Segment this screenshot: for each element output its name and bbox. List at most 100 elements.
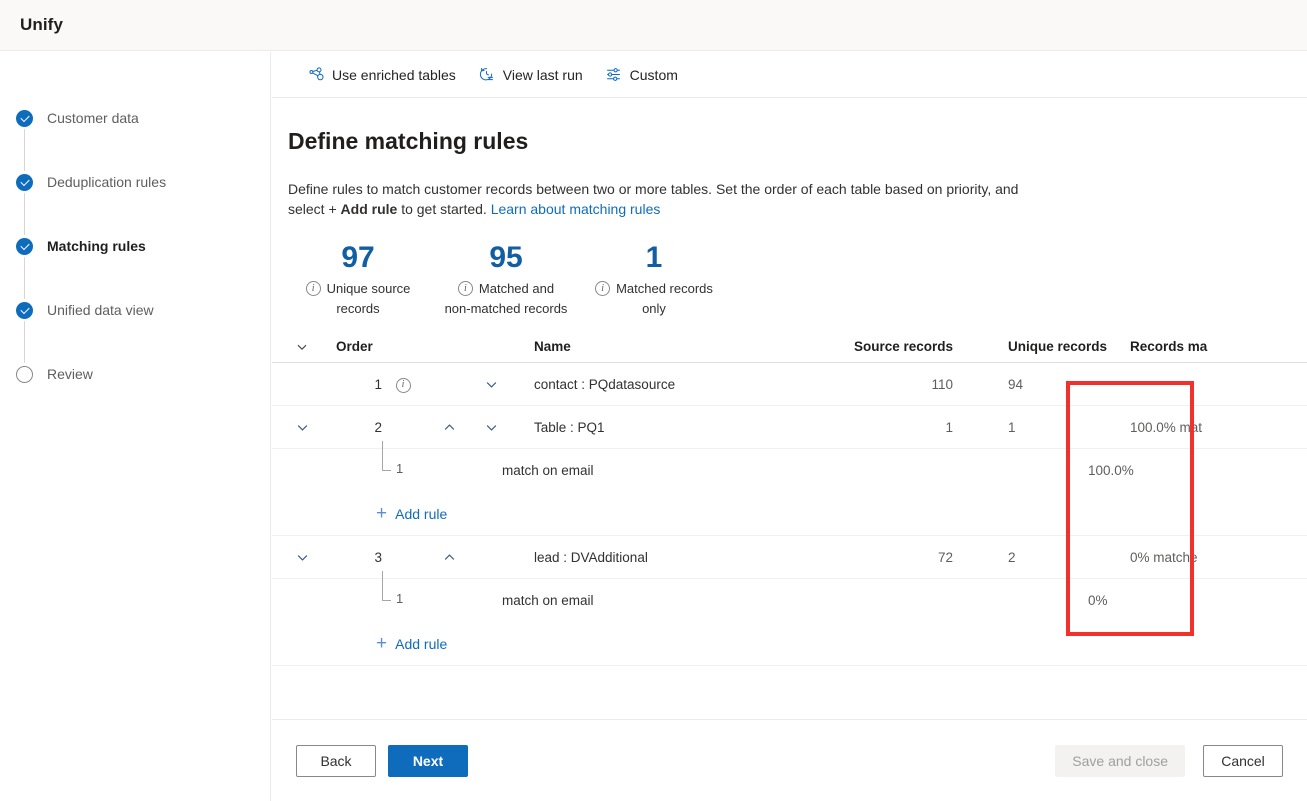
stat-label-line2: non-matched records <box>444 301 568 316</box>
page-description-part2: to get started. <box>397 201 491 217</box>
step-check-icon <box>16 109 33 127</box>
learn-about-matching-rules-link[interactable]: Learn about matching rules <box>491 201 661 217</box>
stat-value: 95 <box>489 241 523 274</box>
wizard-connector <box>24 193 25 235</box>
save-and-close-button[interactable]: Save and close <box>1055 744 1185 777</box>
chevron-up-icon[interactable] <box>439 547 459 567</box>
chevron-down-icon[interactable] <box>292 547 312 567</box>
command-label: Use enriched tables <box>332 66 456 83</box>
stat-matched-records-only: 1 i Matched records only <box>584 241 724 319</box>
table-header-row: Order Name Source records Unique records… <box>272 331 1307 363</box>
sidebar-item-label: Matching rules <box>47 238 146 254</box>
settings-sliders-icon <box>605 66 623 84</box>
stat-value: 1 <box>645 241 663 274</box>
sidebar-item-matching-rules[interactable]: Matching rules <box>0 235 271 299</box>
rule-name: match on email <box>502 593 594 608</box>
sidebar: Customer data Deduplication rules Matchi… <box>0 52 271 801</box>
command-label: Custom <box>629 66 678 83</box>
sidebar-item-review[interactable]: Review <box>0 363 271 385</box>
add-rule-label: Add rule <box>395 635 448 652</box>
sidebar-item-customer-data[interactable]: Customer data <box>0 107 271 171</box>
column-header-name[interactable]: Name <box>512 339 850 354</box>
add-rule-button[interactable]: + Add rule <box>370 629 453 659</box>
stat-unique-source-records: 97 i Unique source records <box>288 241 428 319</box>
column-header-source-records[interactable]: Source records <box>850 339 980 354</box>
sidebar-item-unified-data-view[interactable]: Unified data view <box>0 299 271 363</box>
row-records-matched: 100.0% mat <box>1130 419 1203 435</box>
chevron-down-icon[interactable] <box>292 417 312 437</box>
info-icon[interactable]: i <box>395 377 411 393</box>
column-header-order[interactable]: Order <box>332 339 384 354</box>
row-move-up-cell <box>428 417 470 437</box>
row-move-down-cell <box>470 374 512 394</box>
page-body: Define matching rules Define rules to ma… <box>272 98 1307 801</box>
page-description-bold: Add rule <box>340 201 398 217</box>
row-order: 2 <box>374 419 382 435</box>
back-button[interactable]: Back <box>296 744 376 777</box>
info-icon[interactable]: i <box>595 281 611 296</box>
step-circle-icon <box>16 365 33 383</box>
row-order: 3 <box>374 549 382 565</box>
sidebar-item-label: Customer data <box>47 110 139 126</box>
row-source-records: 110 <box>931 376 953 392</box>
row-expand-cell <box>272 417 332 437</box>
column-header-unique-records[interactable]: Unique records <box>980 339 1108 354</box>
chevron-up-icon[interactable] <box>439 417 459 437</box>
step-check-icon <box>16 173 33 191</box>
rule-row[interactable]: 1 match on email 0% <box>272 571 1307 622</box>
rule-name: match on email <box>502 463 594 478</box>
app-title: Unify <box>20 15 63 34</box>
next-button[interactable]: Next <box>388 744 468 777</box>
sidebar-item-deduplication-rules[interactable]: Deduplication rules <box>0 171 271 235</box>
rule-index: 1 <box>396 591 404 606</box>
row-source-records: 1 <box>945 419 953 435</box>
row-unique-records: 94 <box>1008 376 1024 392</box>
column-header-records-matched[interactable]: Records ma <box>1108 339 1268 354</box>
wizard-steps: Customer data Deduplication rules Matchi… <box>0 107 271 385</box>
custom-button[interactable]: Custom <box>596 59 687 91</box>
stat-label-line1: Unique source <box>326 281 411 296</box>
row-info-cell: i <box>384 376 428 393</box>
row-order: 1 <box>374 376 382 392</box>
row-name: contact : PQdatasource <box>534 376 676 392</box>
rule-records-matched: 0% <box>1088 593 1108 608</box>
rule-row[interactable]: 1 match on email 100.0% <box>272 441 1307 492</box>
page-description: Define rules to match customer records b… <box>288 179 1026 219</box>
cancel-button[interactable]: Cancel <box>1203 744 1283 777</box>
chevron-down-icon[interactable] <box>481 374 501 394</box>
row-unique-records: 1 <box>1008 419 1016 435</box>
rule-tree-cell: 1 <box>272 441 470 492</box>
row-name: lead : DVAdditional <box>534 549 648 565</box>
chevron-down-icon[interactable] <box>292 337 312 357</box>
expand-all-cell <box>272 337 332 357</box>
use-enriched-tables-button[interactable]: Use enriched tables <box>298 59 465 91</box>
plus-icon: + <box>376 503 388 524</box>
wizard-connector <box>24 257 25 299</box>
table-row[interactable]: 1 i contact : PQdatasource 110 94 <box>272 363 1307 406</box>
row-move-up-cell <box>428 547 470 567</box>
info-icon[interactable]: i <box>457 281 473 296</box>
app-header: Unify <box>0 0 1307 51</box>
add-rule-button[interactable]: + Add rule <box>370 499 453 529</box>
table-row[interactable]: 2 Table : PQ1 1 1 100.0% mat <box>272 406 1307 449</box>
table-row[interactable]: 3 lead : DVAdditional 72 2 0% matche <box>272 536 1307 579</box>
matching-rules-table: Order Name Source records Unique records… <box>272 331 1307 666</box>
add-rule-row: + Add rule <box>272 492 1307 536</box>
add-rule-label: Add rule <box>395 505 448 522</box>
rule-records-matched: 100.0% <box>1088 463 1134 478</box>
chevron-down-icon[interactable] <box>481 417 501 437</box>
wizard-connector <box>24 129 25 171</box>
row-unique-records: 2 <box>1008 549 1016 565</box>
rule-tree-cell: 1 <box>272 571 470 622</box>
row-name: Table : PQ1 <box>534 419 605 435</box>
stat-label: i Unique source records <box>288 279 428 319</box>
row-move-down-cell <box>470 417 512 437</box>
sidebar-item-label: Unified data view <box>47 302 154 318</box>
info-icon[interactable]: i <box>305 281 321 296</box>
stat-label: i Matched and non-matched records <box>428 279 584 319</box>
stat-value: 97 <box>341 241 375 274</box>
view-last-run-button[interactable]: View last run <box>469 59 592 91</box>
command-bar: Use enriched tables View last run Custom <box>272 52 1307 98</box>
stat-label-line2: records <box>336 301 380 316</box>
footer-actions: Back Next Save and close Cancel <box>272 719 1307 801</box>
